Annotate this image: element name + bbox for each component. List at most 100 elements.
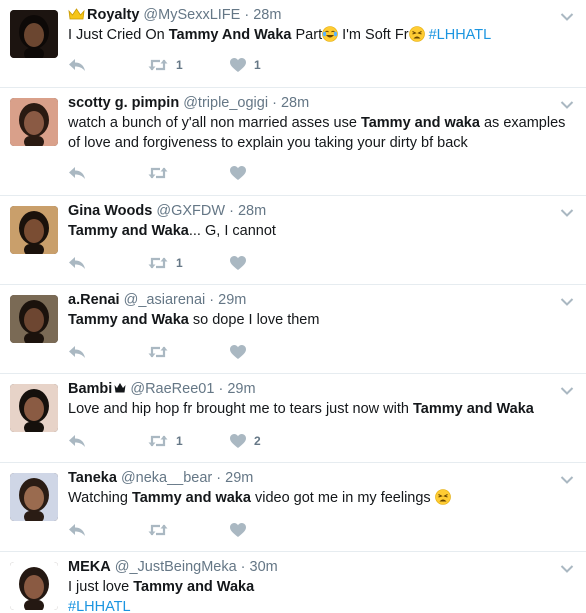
chevron-down-icon[interactable]	[560, 561, 574, 573]
user-fullname[interactable]: Bambi	[68, 381, 112, 397]
tweet-text: I Just Cried On Tammy And Waka Part I'm …	[68, 26, 492, 43]
retweet-icon	[148, 524, 168, 536]
chevron-down-icon[interactable]	[560, 383, 574, 395]
hashtag-link[interactable]: #LHHATL	[68, 599, 131, 613]
tweet-actions	[68, 520, 368, 540]
tweet[interactable]: scotty g. pimpin @triple_ogigi · 28m watc…	[0, 88, 586, 196]
retweet-button[interactable]: 1	[148, 253, 183, 273]
heart-icon	[230, 523, 246, 537]
retweet-button[interactable]	[148, 342, 176, 362]
retweet-count: 1	[176, 256, 183, 270]
like-button[interactable]	[230, 163, 254, 183]
tweet[interactable]: a.Renai @_asiarenai · 29m Tammy and Waka …	[0, 285, 586, 374]
user-handle[interactable]: @_JustBeingMeka	[115, 559, 237, 575]
tweet-actions: 12	[68, 431, 368, 451]
separator-dot: ·	[214, 381, 228, 397]
crown-emoji-icon	[68, 8, 85, 20]
user-fullname[interactable]: Gina Woods	[68, 203, 152, 219]
user-fullname[interactable]: Royalty	[87, 7, 139, 23]
heart-icon	[230, 256, 246, 270]
reply-button[interactable]	[68, 520, 86, 540]
tweet[interactable]: Gina Woods @GXFDW · 28m Tammy and Waka...…	[0, 196, 586, 285]
tweet[interactable]: Bambi @RaeRee01 · 29m Love and hip hop fr…	[0, 374, 586, 463]
weary-face-emoji-icon	[434, 489, 451, 505]
tweet[interactable]: MEKA @_JustBeingMeka · 30m I just love Ta…	[0, 552, 586, 613]
tweet-text: Tammy and Waka... G, I cannot	[68, 223, 276, 239]
tweet-timestamp[interactable]: 29m	[218, 292, 246, 308]
like-count: 2	[254, 434, 261, 448]
chevron-down-icon[interactable]	[560, 9, 574, 21]
tweet-text: watch a bunch of y'all non married asses…	[68, 115, 566, 151]
retweet-button[interactable]	[148, 163, 176, 183]
avatar[interactable]	[10, 10, 58, 58]
user-fullname[interactable]: MEKA	[68, 559, 111, 575]
tweet-timestamp[interactable]: 28m	[253, 7, 281, 23]
retweet-icon	[148, 167, 168, 179]
tweet-text: Tammy and Waka so dope I love them	[68, 312, 320, 328]
highlighted-term: Tammy and Waka	[68, 312, 189, 328]
avatar[interactable]	[10, 206, 58, 254]
like-button[interactable]: 1	[230, 55, 261, 75]
user-handle[interactable]: @triple_ogigi	[183, 95, 268, 111]
hashtag-link[interactable]: #LHHATL	[429, 27, 492, 43]
like-button[interactable]	[230, 342, 254, 362]
highlighted-term: Tammy And Waka	[168, 27, 292, 43]
reply-button[interactable]	[68, 163, 86, 183]
like-button[interactable]: 2	[230, 431, 261, 451]
retweet-icon	[148, 435, 168, 447]
tweet[interactable]: Royalty @MySexxLIFE · 28m I Just Cried On…	[0, 0, 586, 88]
reply-icon	[69, 524, 85, 536]
like-button[interactable]	[230, 520, 254, 540]
tweet-timestamp[interactable]: 29m	[225, 470, 253, 486]
heart-icon	[230, 345, 246, 359]
retweet-count: 1	[176, 58, 183, 72]
avatar[interactable]	[10, 98, 58, 146]
tweet-header: Royalty @MySexxLIFE · 28m	[68, 6, 281, 24]
crown-symbol-icon	[114, 383, 126, 393]
user-handle[interactable]: @GXFDW	[156, 203, 225, 219]
user-fullname[interactable]: a.Renai	[68, 292, 120, 308]
separator-dot: ·	[205, 292, 219, 308]
reply-icon	[69, 59, 85, 71]
user-handle[interactable]: @neka__bear	[121, 470, 212, 486]
chevron-down-icon[interactable]	[560, 97, 574, 109]
tweet-actions: 11	[68, 55, 368, 75]
tweet-timestamp[interactable]: 30m	[250, 559, 278, 575]
tweet-actions	[68, 163, 368, 183]
highlighted-term: Tammy and Waka	[133, 579, 255, 595]
reply-icon	[69, 435, 85, 447]
user-handle[interactable]: @RaeRee01	[130, 381, 214, 397]
user-fullname[interactable]: scotty g. pimpin	[68, 95, 179, 111]
chevron-down-icon[interactable]	[560, 205, 574, 217]
retweet-button[interactable]	[148, 520, 176, 540]
tweet-timestamp[interactable]: 28m	[238, 203, 266, 219]
retweet-icon	[148, 59, 168, 71]
separator-dot: ·	[240, 7, 254, 23]
reply-button[interactable]	[68, 253, 86, 273]
chevron-down-icon[interactable]	[560, 472, 574, 484]
reply-icon	[69, 257, 85, 269]
like-count: 1	[254, 58, 261, 72]
tweet[interactable]: Taneka @neka__bear · 29m Watching Tammy a…	[0, 463, 586, 552]
highlighted-term: Tammy and Waka	[68, 223, 189, 239]
chevron-down-icon[interactable]	[560, 294, 574, 306]
retweet-button[interactable]: 1	[148, 55, 183, 75]
reply-button[interactable]	[68, 342, 86, 362]
user-handle[interactable]: @_asiarenai	[124, 292, 206, 308]
user-fullname[interactable]: Taneka	[68, 470, 117, 486]
retweet-button[interactable]: 1	[148, 431, 183, 451]
avatar[interactable]	[10, 473, 58, 521]
user-handle[interactable]: @MySexxLIFE	[143, 7, 240, 23]
reply-button[interactable]	[68, 431, 86, 451]
heart-icon	[230, 434, 246, 448]
avatar[interactable]	[10, 295, 58, 343]
avatar[interactable]	[10, 562, 58, 610]
highlighted-term: Tammy and waka	[360, 115, 480, 131]
reply-button[interactable]	[68, 55, 86, 75]
tweet-timestamp[interactable]: 29m	[227, 381, 255, 397]
avatar[interactable]	[10, 384, 58, 432]
like-button[interactable]	[230, 253, 254, 273]
separator-dot: ·	[268, 95, 281, 111]
tears-of-joy-emoji-icon	[322, 26, 338, 42]
tweet-timestamp[interactable]: 28m	[281, 95, 309, 111]
